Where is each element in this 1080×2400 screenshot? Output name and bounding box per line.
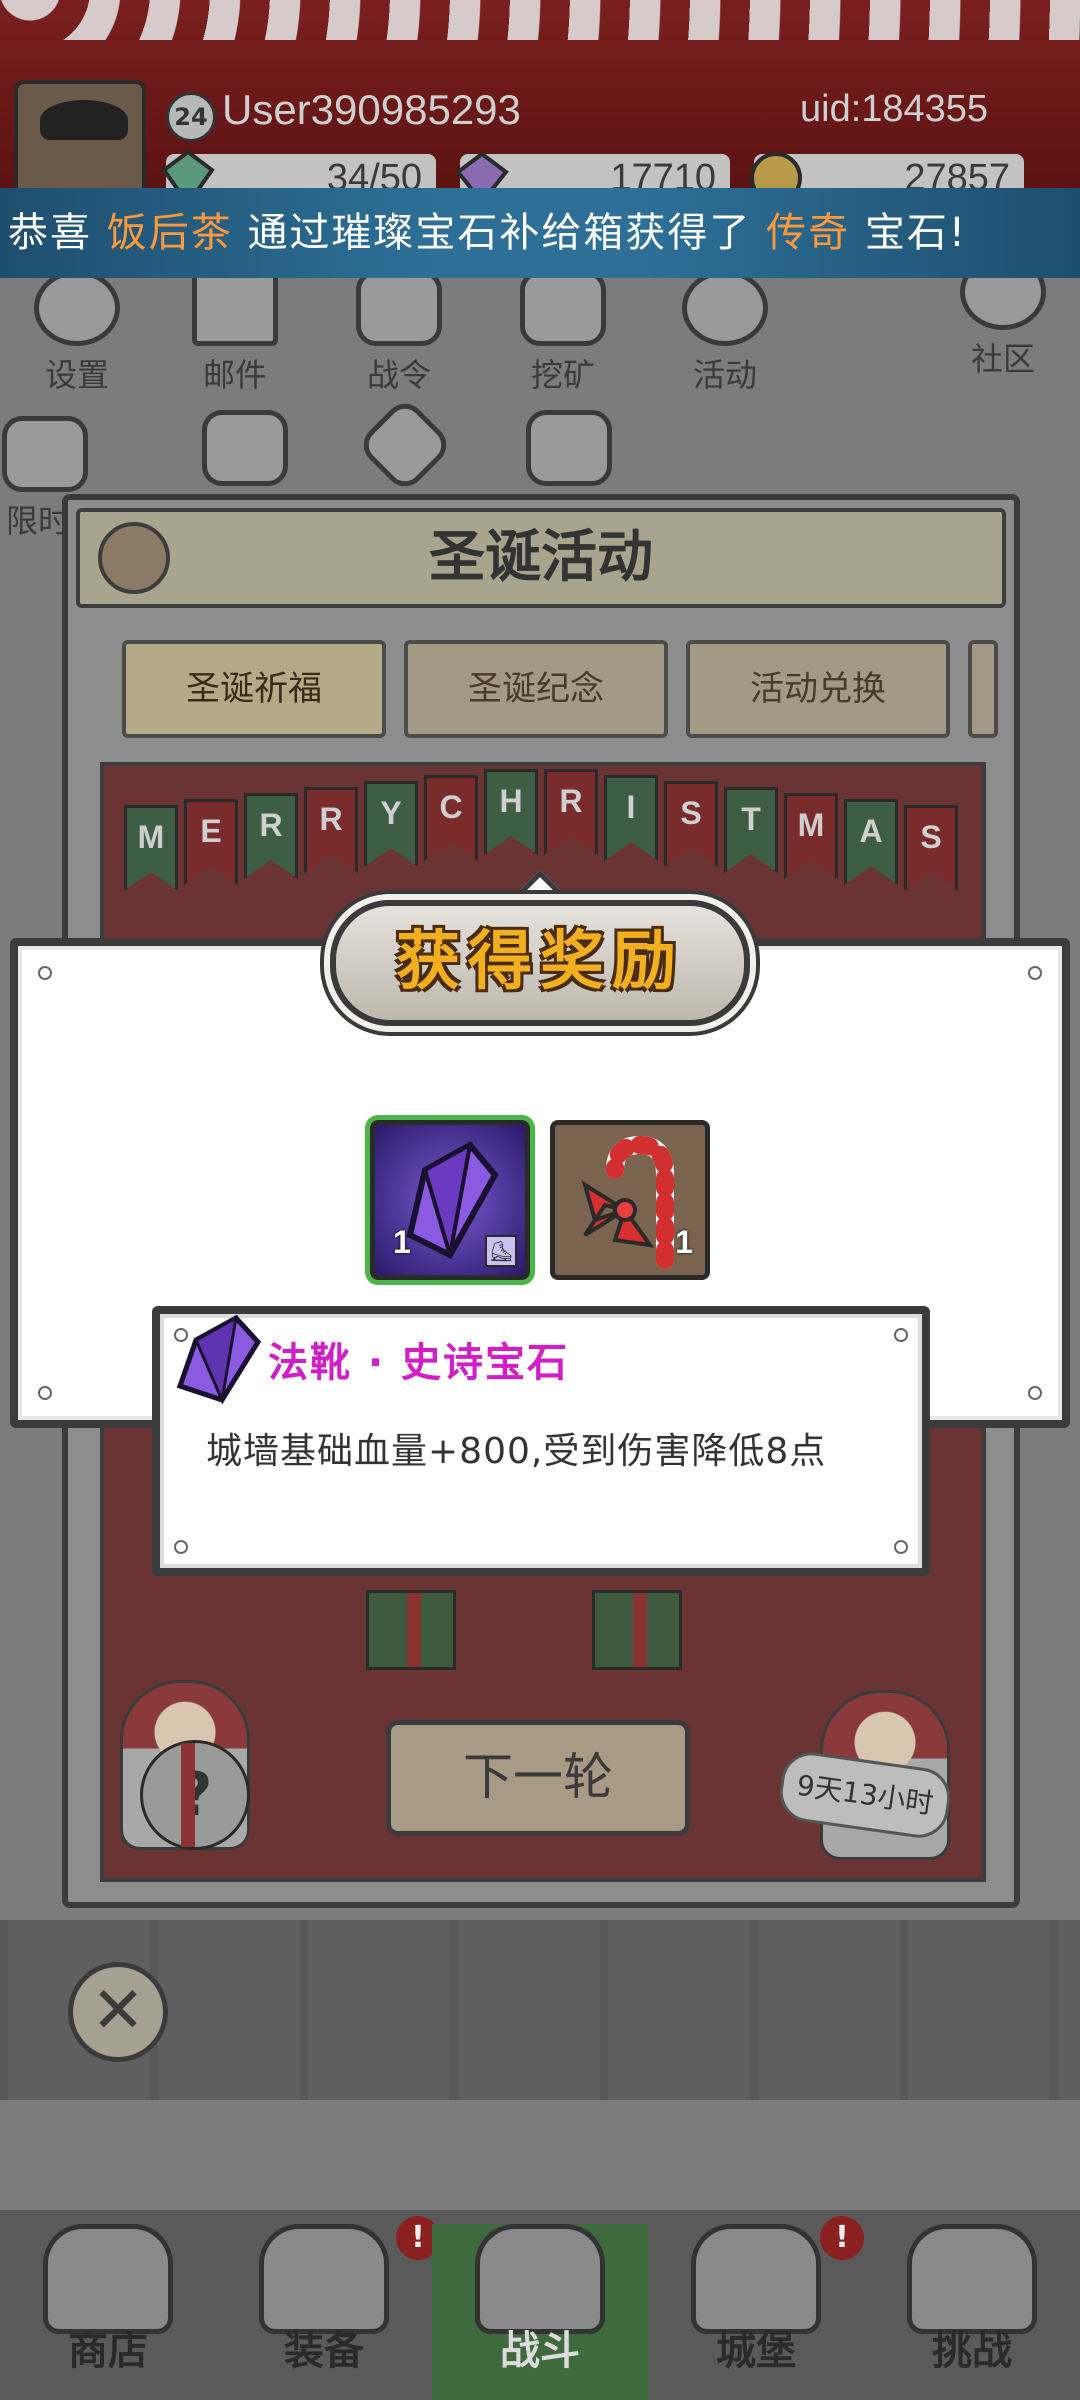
reward-item-candy-cane[interactable]: 1 (550, 1120, 710, 1280)
scroll-icon (98, 522, 170, 594)
mail-button[interactable]: 邮件 (160, 270, 310, 400)
nav-equipment-label: 装备 (284, 2328, 364, 2374)
nav-shop[interactable]: 商店 (0, 2224, 216, 2400)
mail-label: 邮件 (202, 356, 267, 394)
close-icon: ✕ (91, 1974, 145, 2048)
activity-button[interactable]: 活动 (650, 270, 800, 400)
battle-pass-button[interactable]: 战令 (324, 270, 474, 400)
bag-icon (526, 410, 612, 486)
banner-flag: A (844, 799, 898, 885)
banner-flag: T (724, 787, 778, 873)
next-round-button[interactable]: 下一轮 (386, 1720, 690, 1836)
reward-title-plaque: 获得奖励 (330, 900, 750, 1026)
player-username: User390985293 (222, 86, 521, 133)
next-round-label: 下一轮 (463, 1748, 613, 1806)
question-mark-icon: ? (177, 1760, 213, 1830)
banner-flag: R (544, 769, 598, 855)
community-label: 社区 (970, 340, 1035, 378)
event-title-bar: 圣诞活动 (76, 508, 1006, 608)
broadcast-rarity: 传奇 (766, 210, 851, 256)
corner-rivet (1028, 1386, 1042, 1400)
settings-button[interactable]: 设置 (2, 270, 152, 400)
reward-title: 获得奖励 (396, 924, 684, 999)
activity-label: 活动 (692, 356, 757, 394)
nav-equipment[interactable]: 装备 ! (216, 2216, 440, 2400)
corner-rivet (894, 1540, 908, 1554)
nav-challenge[interactable]: 挑战 (864, 2224, 1080, 2400)
wreath-icon (682, 270, 768, 346)
mining-label: 挖矿 (530, 356, 595, 394)
tooltip-item-name: 法靴 · 史诗宝石 (268, 1340, 570, 1386)
tab-christmas-blessing-label: 圣诞祈福 (186, 669, 322, 709)
close-button[interactable]: ✕ (68, 1962, 168, 2062)
nav-challenge-label: 挑战 (932, 2328, 1012, 2374)
banner-flag: M (784, 793, 838, 879)
hourglass-icon (2, 416, 88, 492)
broadcast-middle: 通过璀璨宝石补给箱获得了 (247, 210, 752, 256)
player-uid: uid:184355 (800, 88, 989, 130)
corner-rivet (38, 966, 52, 980)
tab-christmas-memorial-label: 圣诞纪念 (468, 669, 604, 709)
event-title: 圣诞活动 (429, 525, 653, 590)
nav-battle[interactable]: 战斗 (432, 2224, 648, 2400)
gear-icon (34, 270, 120, 346)
mining-button[interactable]: 挖矿 (488, 270, 638, 400)
banner-flag: S (904, 805, 958, 891)
pickaxe-icon (520, 270, 606, 346)
player-level-badge: 24 (166, 92, 216, 142)
envelope-icon (192, 270, 278, 346)
banner-flag: C (424, 775, 478, 861)
tab-overflow[interactable] (968, 640, 998, 738)
tab-christmas-blessing[interactable]: 圣诞祈福 (122, 640, 386, 738)
corner-rivet (38, 1386, 52, 1400)
broadcast-player-name: 饭后茶 (106, 210, 233, 256)
banner-flag: E (184, 799, 238, 885)
banner-flag: I (604, 775, 658, 861)
broadcast-banner: 恭喜 饭后茶 通过璀璨宝石补给箱获得了 传奇 宝石! (0, 188, 1080, 278)
castle-alert-badge: ! (820, 2216, 864, 2260)
banner-flag: M (124, 805, 178, 891)
nav-castle-label: 城堡 (716, 2328, 796, 2374)
nav-battle-label: 战斗 (500, 2328, 580, 2374)
nav-castle[interactable]: 城堡 ! (648, 2216, 864, 2400)
banner-flag: R (244, 793, 298, 879)
tab-event-exchange-label: 活动兑换 (750, 669, 886, 709)
broadcast-prefix: 恭喜 (8, 210, 92, 256)
epic-gem-icon (176, 1314, 262, 1404)
nav-shop-label: 商店 (68, 2328, 148, 2374)
banner-flag: Y (364, 781, 418, 867)
bottom-navigation: 商店 装备 ! 战斗 城堡 ! 挑战 (0, 2210, 1080, 2400)
bell-bow-icon (202, 410, 288, 486)
number-tiles-icon (355, 395, 455, 495)
snow-decoration (0, 0, 1080, 40)
corner-rivet (894, 1328, 908, 1342)
banner-flag: H (484, 769, 538, 855)
tab-event-exchange[interactable]: 活动兑换 (686, 640, 950, 738)
banner-flag: R (304, 787, 358, 873)
mystery-gift-button[interactable]: ? (140, 1740, 250, 1850)
battle-pass-label: 战令 (366, 356, 431, 394)
reward-item-count: 1 (393, 1224, 411, 1260)
tooltip-item-description: 城墙基础血量+800,受到伤害降低8点 (206, 1431, 827, 1472)
medal-icon (356, 270, 442, 346)
gift-box-right (592, 1590, 682, 1670)
corner-rivet (1028, 966, 1042, 980)
settings-label: 设置 (44, 356, 109, 394)
reward-item-count: 1 (675, 1224, 693, 1260)
tab-christmas-memorial[interactable]: 圣诞纪念 (404, 640, 668, 738)
gift-box-left (366, 1590, 456, 1670)
boot-slot-icon: ⛸ (485, 1235, 517, 1267)
corner-rivet (174, 1540, 188, 1554)
broadcast-suffix: 宝石! (864, 210, 967, 256)
banner-flag: S (664, 781, 718, 867)
reward-item-epic-gem[interactable]: 1 ⛸ (370, 1120, 530, 1280)
